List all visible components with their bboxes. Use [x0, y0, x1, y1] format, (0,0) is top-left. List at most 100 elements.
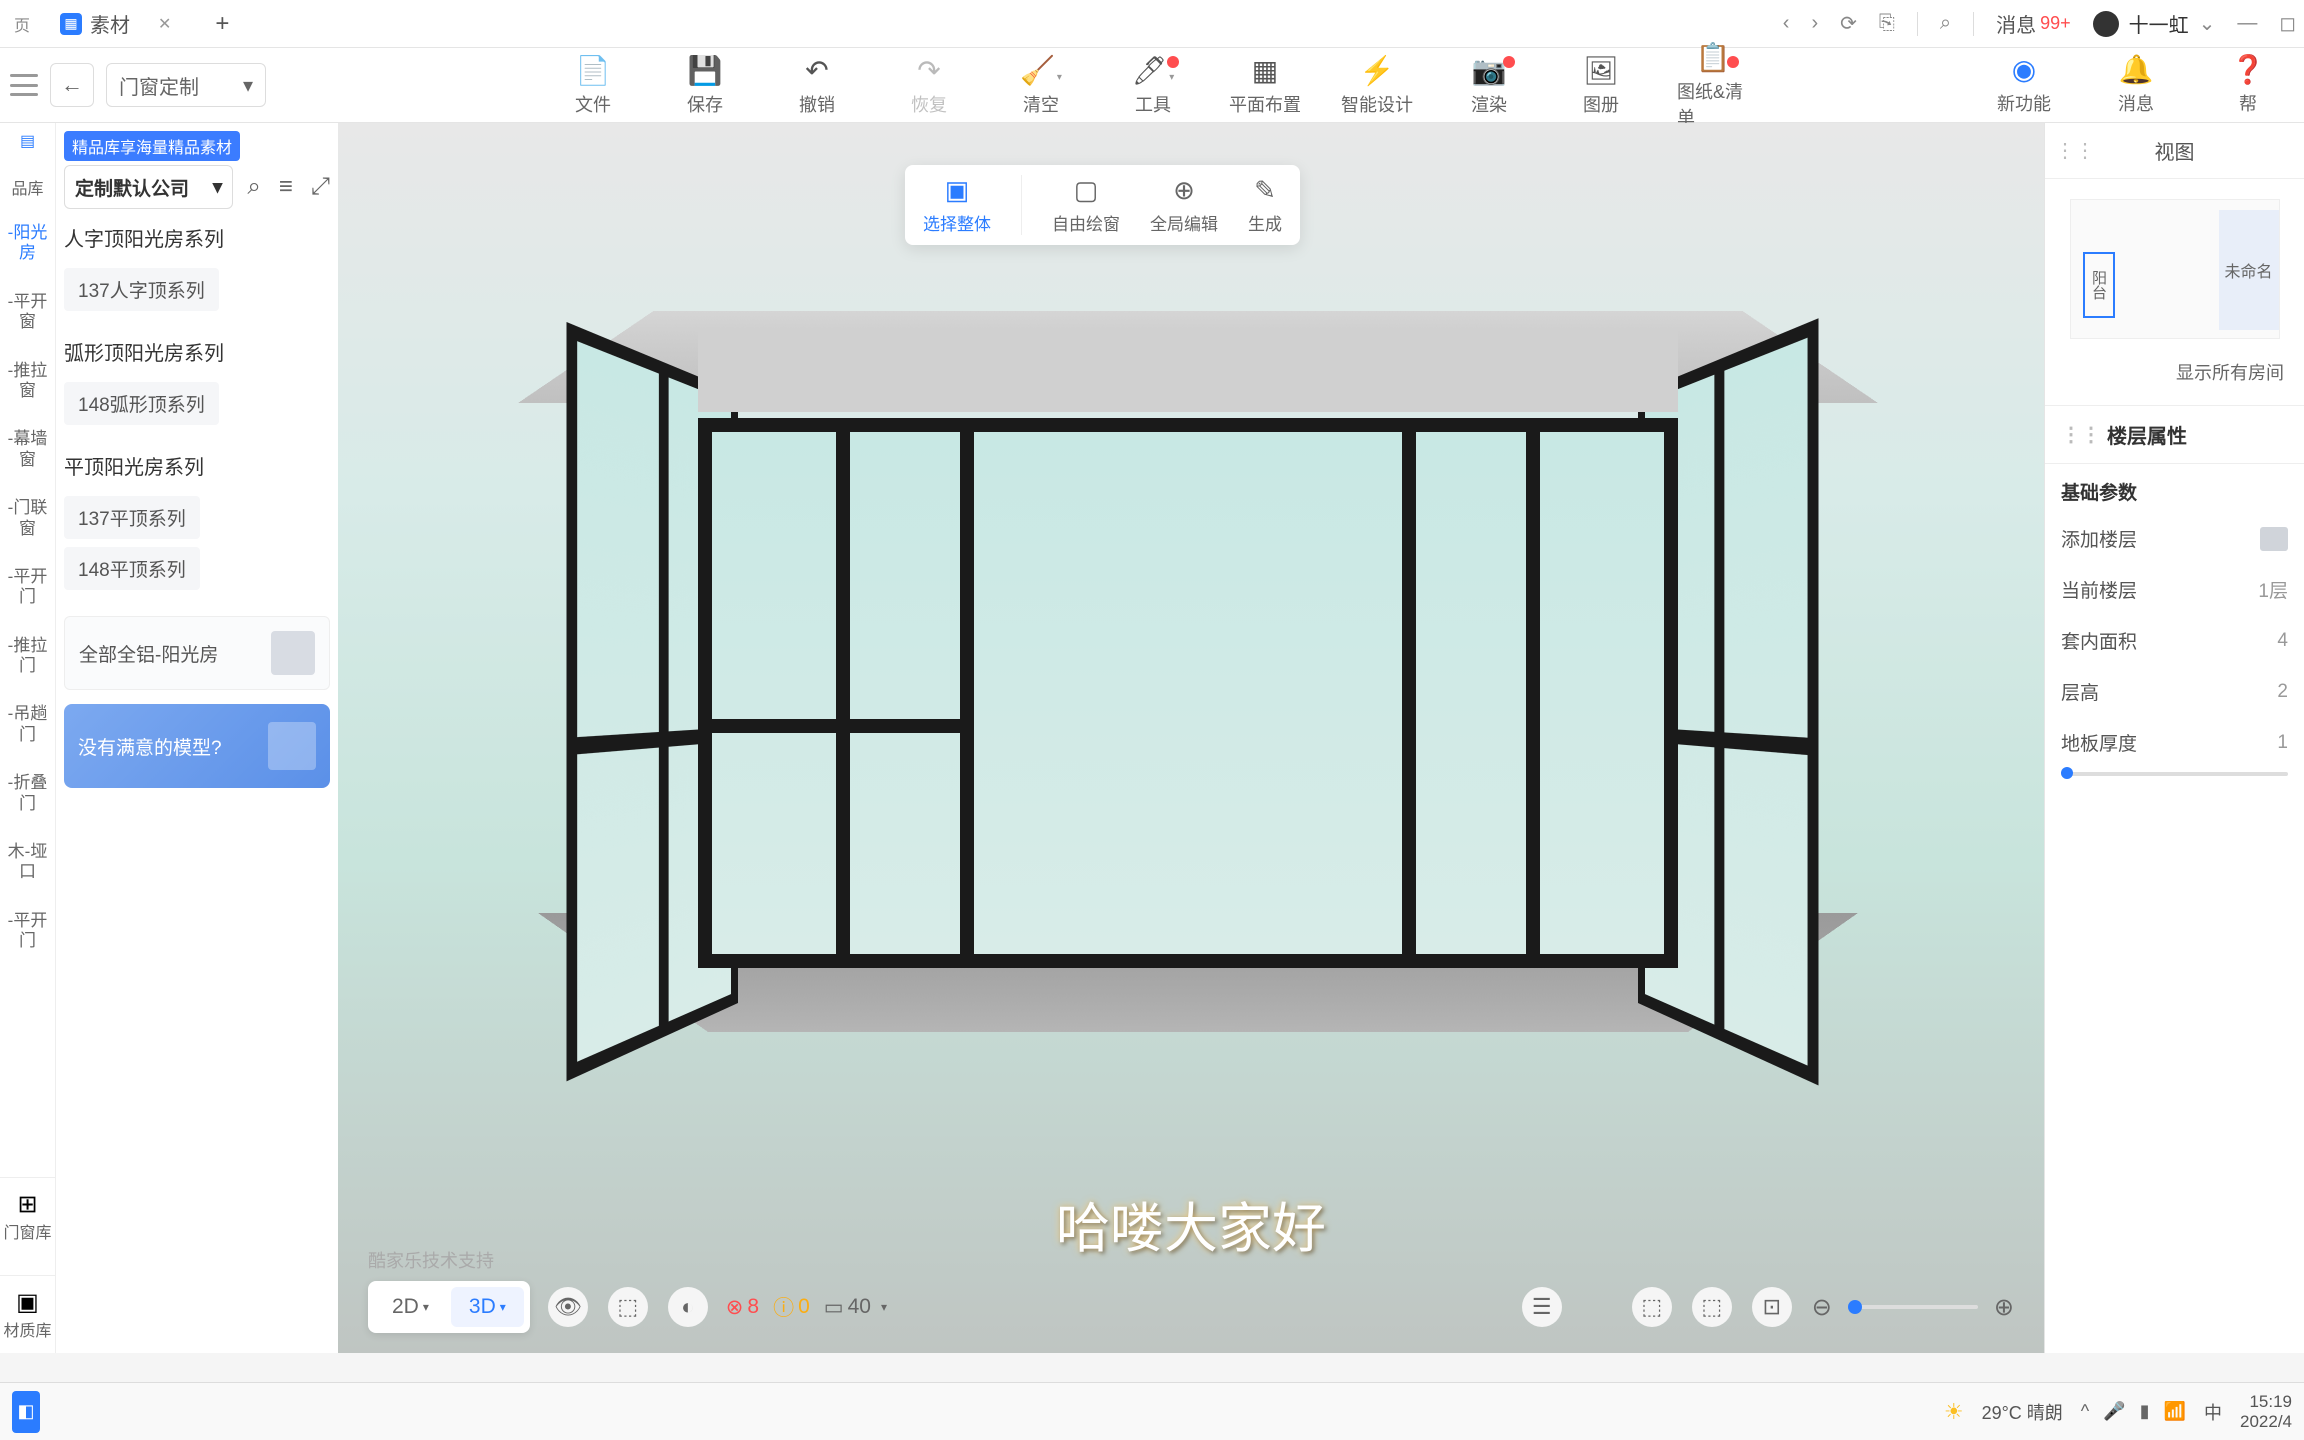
search-icon[interactable]: ⌕ — [247, 173, 260, 201]
close-tab-icon[interactable]: ✕ — [158, 14, 171, 34]
copy-icon[interactable]: ⎘ — [1879, 12, 1895, 35]
chip-137-gable[interactable]: 137人字顶系列 — [64, 268, 219, 311]
prop-height[interactable]: 层高 2 — [2045, 666, 2304, 717]
layers-icon — [2260, 527, 2288, 551]
tray-battery-icon[interactable]: ▮ — [2140, 1401, 2150, 1422]
nav-swing-door-2[interactable]: -平开门 — [0, 907, 55, 956]
window-lib-icon[interactable]: ⊞ — [0, 1190, 55, 1219]
subtool-free-draw[interactable]: ▢ 自由绘窗 — [1052, 175, 1120, 235]
search-icon[interactable]: ⌕ — [1940, 12, 1951, 35]
tool-undo[interactable]: ↶ 撤销 — [781, 54, 853, 116]
nav-door-window[interactable]: -门联窗 — [0, 494, 55, 543]
tool-file[interactable]: 📄 文件 — [557, 54, 629, 116]
speed-icon[interactable]: ◐ — [668, 1287, 708, 1327]
frame2-icon[interactable]: ⬚ — [1692, 1287, 1732, 1327]
category-flat: 平顶阳光房系列 137平顶系列 148平顶系列 — [64, 451, 330, 594]
nav-swing-door[interactable]: -平开门 — [0, 563, 55, 612]
nav-wood-trim[interactable]: 木-垭口 — [0, 838, 55, 887]
tool-layout[interactable]: ▦ 平面布置 — [1229, 54, 1301, 116]
drag-handle-icon[interactable]: ⋮⋮ — [2055, 138, 2095, 163]
box-icon[interactable]: ⬚ — [608, 1287, 648, 1327]
thickness-slider[interactable] — [2045, 768, 2304, 792]
tab-title: 素材 — [90, 9, 130, 38]
prop-floor-thickness[interactable]: 地板厚度 1 — [2045, 717, 2304, 768]
nav-sliding-window[interactable]: -推拉窗 — [0, 357, 55, 406]
taskbar-clock[interactable]: 15:19 2022/4 — [2240, 1392, 2292, 1432]
tray-wifi-icon[interactable]: 📶 — [2164, 1401, 2186, 1422]
subtool-global-edit[interactable]: ⊕ 全局编辑 — [1150, 175, 1218, 235]
user-menu[interactable]: 十一虹 ⌄ — [2093, 9, 2216, 38]
zoom-out-icon[interactable]: ⊖ — [1812, 1293, 1832, 1322]
tray-chevron-icon[interactable]: ^ — [2081, 1401, 2089, 1422]
tool-help[interactable]: ❓ 帮 — [2212, 53, 2284, 116]
prop-add-floor[interactable]: 添加楼层 — [2045, 513, 2304, 564]
messages-button[interactable]: 消息 99+ — [1996, 9, 2071, 38]
chip-137-flat[interactable]: 137平顶系列 — [64, 496, 200, 539]
tool-tools[interactable]: 🖊▾ 工具 — [1117, 54, 1189, 116]
menu-icon[interactable] — [10, 74, 38, 96]
visibility-icon[interactable]: 👁 — [548, 1287, 588, 1327]
tool-drawings[interactable]: 📋 图纸&清单 — [1677, 54, 1749, 116]
maximize-icon[interactable]: ◻ — [2279, 11, 2296, 36]
expand-icon[interactable]: ⤢ — [311, 173, 330, 201]
no-model-prompt[interactable]: 没有满意的模型? — [64, 704, 330, 788]
subtool-select-whole[interactable]: ▣ 选择整体 — [923, 175, 991, 235]
nav-sunroom[interactable]: -阳光房 — [0, 219, 55, 268]
company-selector[interactable]: 定制默认公司 ▾ — [64, 165, 233, 209]
layers-icon[interactable]: ☰ — [1522, 1287, 1562, 1327]
tool-save[interactable]: 💾 保存 — [669, 54, 741, 116]
chip-148-flat[interactable]: 148平顶系列 — [64, 547, 200, 590]
subtool-generate[interactable]: ✎ 生成 — [1248, 175, 1282, 235]
show-all-rooms-link[interactable]: 显示所有房间 — [2065, 359, 2284, 385]
library-icon[interactable]: ▤ — [14, 127, 42, 155]
nav-curtain-wall[interactable]: -幕墙窗 — [0, 425, 55, 474]
minimap[interactable]: 阳台 未命名 显示所有房间 — [2045, 179, 2304, 405]
chip-148-arc[interactable]: 148弧形顶系列 — [64, 382, 219, 425]
mode-selector[interactable]: 门窗定制 ▾ — [106, 63, 266, 107]
frame-icon[interactable]: ⬚ — [1632, 1287, 1672, 1327]
tool-messages[interactable]: 🔔 消息 — [2100, 53, 2172, 116]
drag-handle-icon[interactable]: ⋮⋮ — [2061, 422, 2101, 447]
minimap-balcony[interactable]: 阳台 — [2083, 252, 2115, 318]
product-card[interactable]: 全部全铝-阳光房 — [64, 616, 330, 690]
prop-area[interactable]: 套内面积 4 — [2045, 615, 2304, 666]
tray-mic-icon[interactable]: 🎤 — [2103, 1401, 2125, 1422]
browser-tab-bar: 页 ▦ 素材 ✕ + ‹ › ⟳ ⎘ ⌕ 消息 99+ 十一虹 ⌄ — ◻ — [0, 0, 2304, 48]
nav-folding-door[interactable]: -折叠门 — [0, 769, 55, 818]
tool-smart-design[interactable]: ⚡ 智能设计 — [1341, 54, 1413, 116]
back-button[interactable]: ← — [50, 63, 94, 107]
nav-forward-icon[interactable]: › — [1811, 12, 1818, 35]
view-2d-button[interactable]: 2D▾ — [374, 1287, 447, 1327]
filter-icon[interactable]: ≡ — [279, 173, 293, 201]
new-tab-button[interactable]: + — [215, 10, 229, 38]
canvas-viewport[interactable]: 酷家乐技术支持 哈喽大家好 2D▾ 3D▾ 👁 ⬚ ◐ ⊗8 ⓘ0 ▭40▾ ☰… — [338, 123, 2044, 1353]
zoom-in-icon[interactable]: ⊕ — [1994, 1293, 2014, 1322]
nav-sliding-door[interactable]: -推拉门 — [0, 632, 55, 681]
nav-hanging-door[interactable]: -吊趟门 — [0, 700, 55, 749]
taskbar-app-icon[interactable]: ◧ — [12, 1391, 40, 1433]
nav-back-icon[interactable]: ‹ — [1783, 12, 1790, 35]
minimap-room[interactable]: 未命名 — [2219, 210, 2279, 330]
tool-render[interactable]: 📷 渲染 — [1453, 54, 1525, 116]
warning-count[interactable]: ⓘ0 — [773, 1292, 810, 1322]
focus-icon[interactable]: ⊡ — [1752, 1287, 1792, 1327]
material-lib-icon[interactable]: ▣ — [0, 1288, 55, 1317]
refresh-icon[interactable]: ⟳ — [1840, 11, 1857, 36]
tool-gallery[interactable]: 🖼 图册 — [1565, 54, 1637, 116]
minimize-icon[interactable]: — — [2237, 12, 2257, 35]
tool-redo: ↷ 恢复 — [893, 54, 965, 116]
tool-clear[interactable]: 🧹▾ 清空 — [1005, 54, 1077, 116]
browser-tab[interactable]: ▦ 素材 ✕ — [44, 1, 187, 46]
view-3d-button[interactable]: 3D▾ — [451, 1287, 524, 1327]
nav-casement-window[interactable]: -平开窗 — [0, 288, 55, 337]
tool-new-features[interactable]: ◉ 新功能 — [1988, 53, 2060, 116]
ime-indicator[interactable]: 中 — [2204, 1399, 2222, 1425]
draw-icon: ▢ — [1074, 175, 1099, 206]
sidebar-content: 精品库享海量精品素材 定制默认公司 ▾ ⌕ ≡ ⤢ 人字顶阳光房系列 137人字… — [56, 123, 338, 1353]
pin-icon[interactable]: 页 — [8, 10, 36, 38]
zoom-slider[interactable] — [1848, 1305, 1978, 1309]
weather-text[interactable]: 29°C 晴朗 — [1982, 1399, 2063, 1425]
error-count[interactable]: ⊗8 — [726, 1295, 759, 1320]
prop-current-floor[interactable]: 当前楼层 1层 — [2045, 564, 2304, 615]
wall-count[interactable]: ▭40▾ — [824, 1295, 887, 1320]
